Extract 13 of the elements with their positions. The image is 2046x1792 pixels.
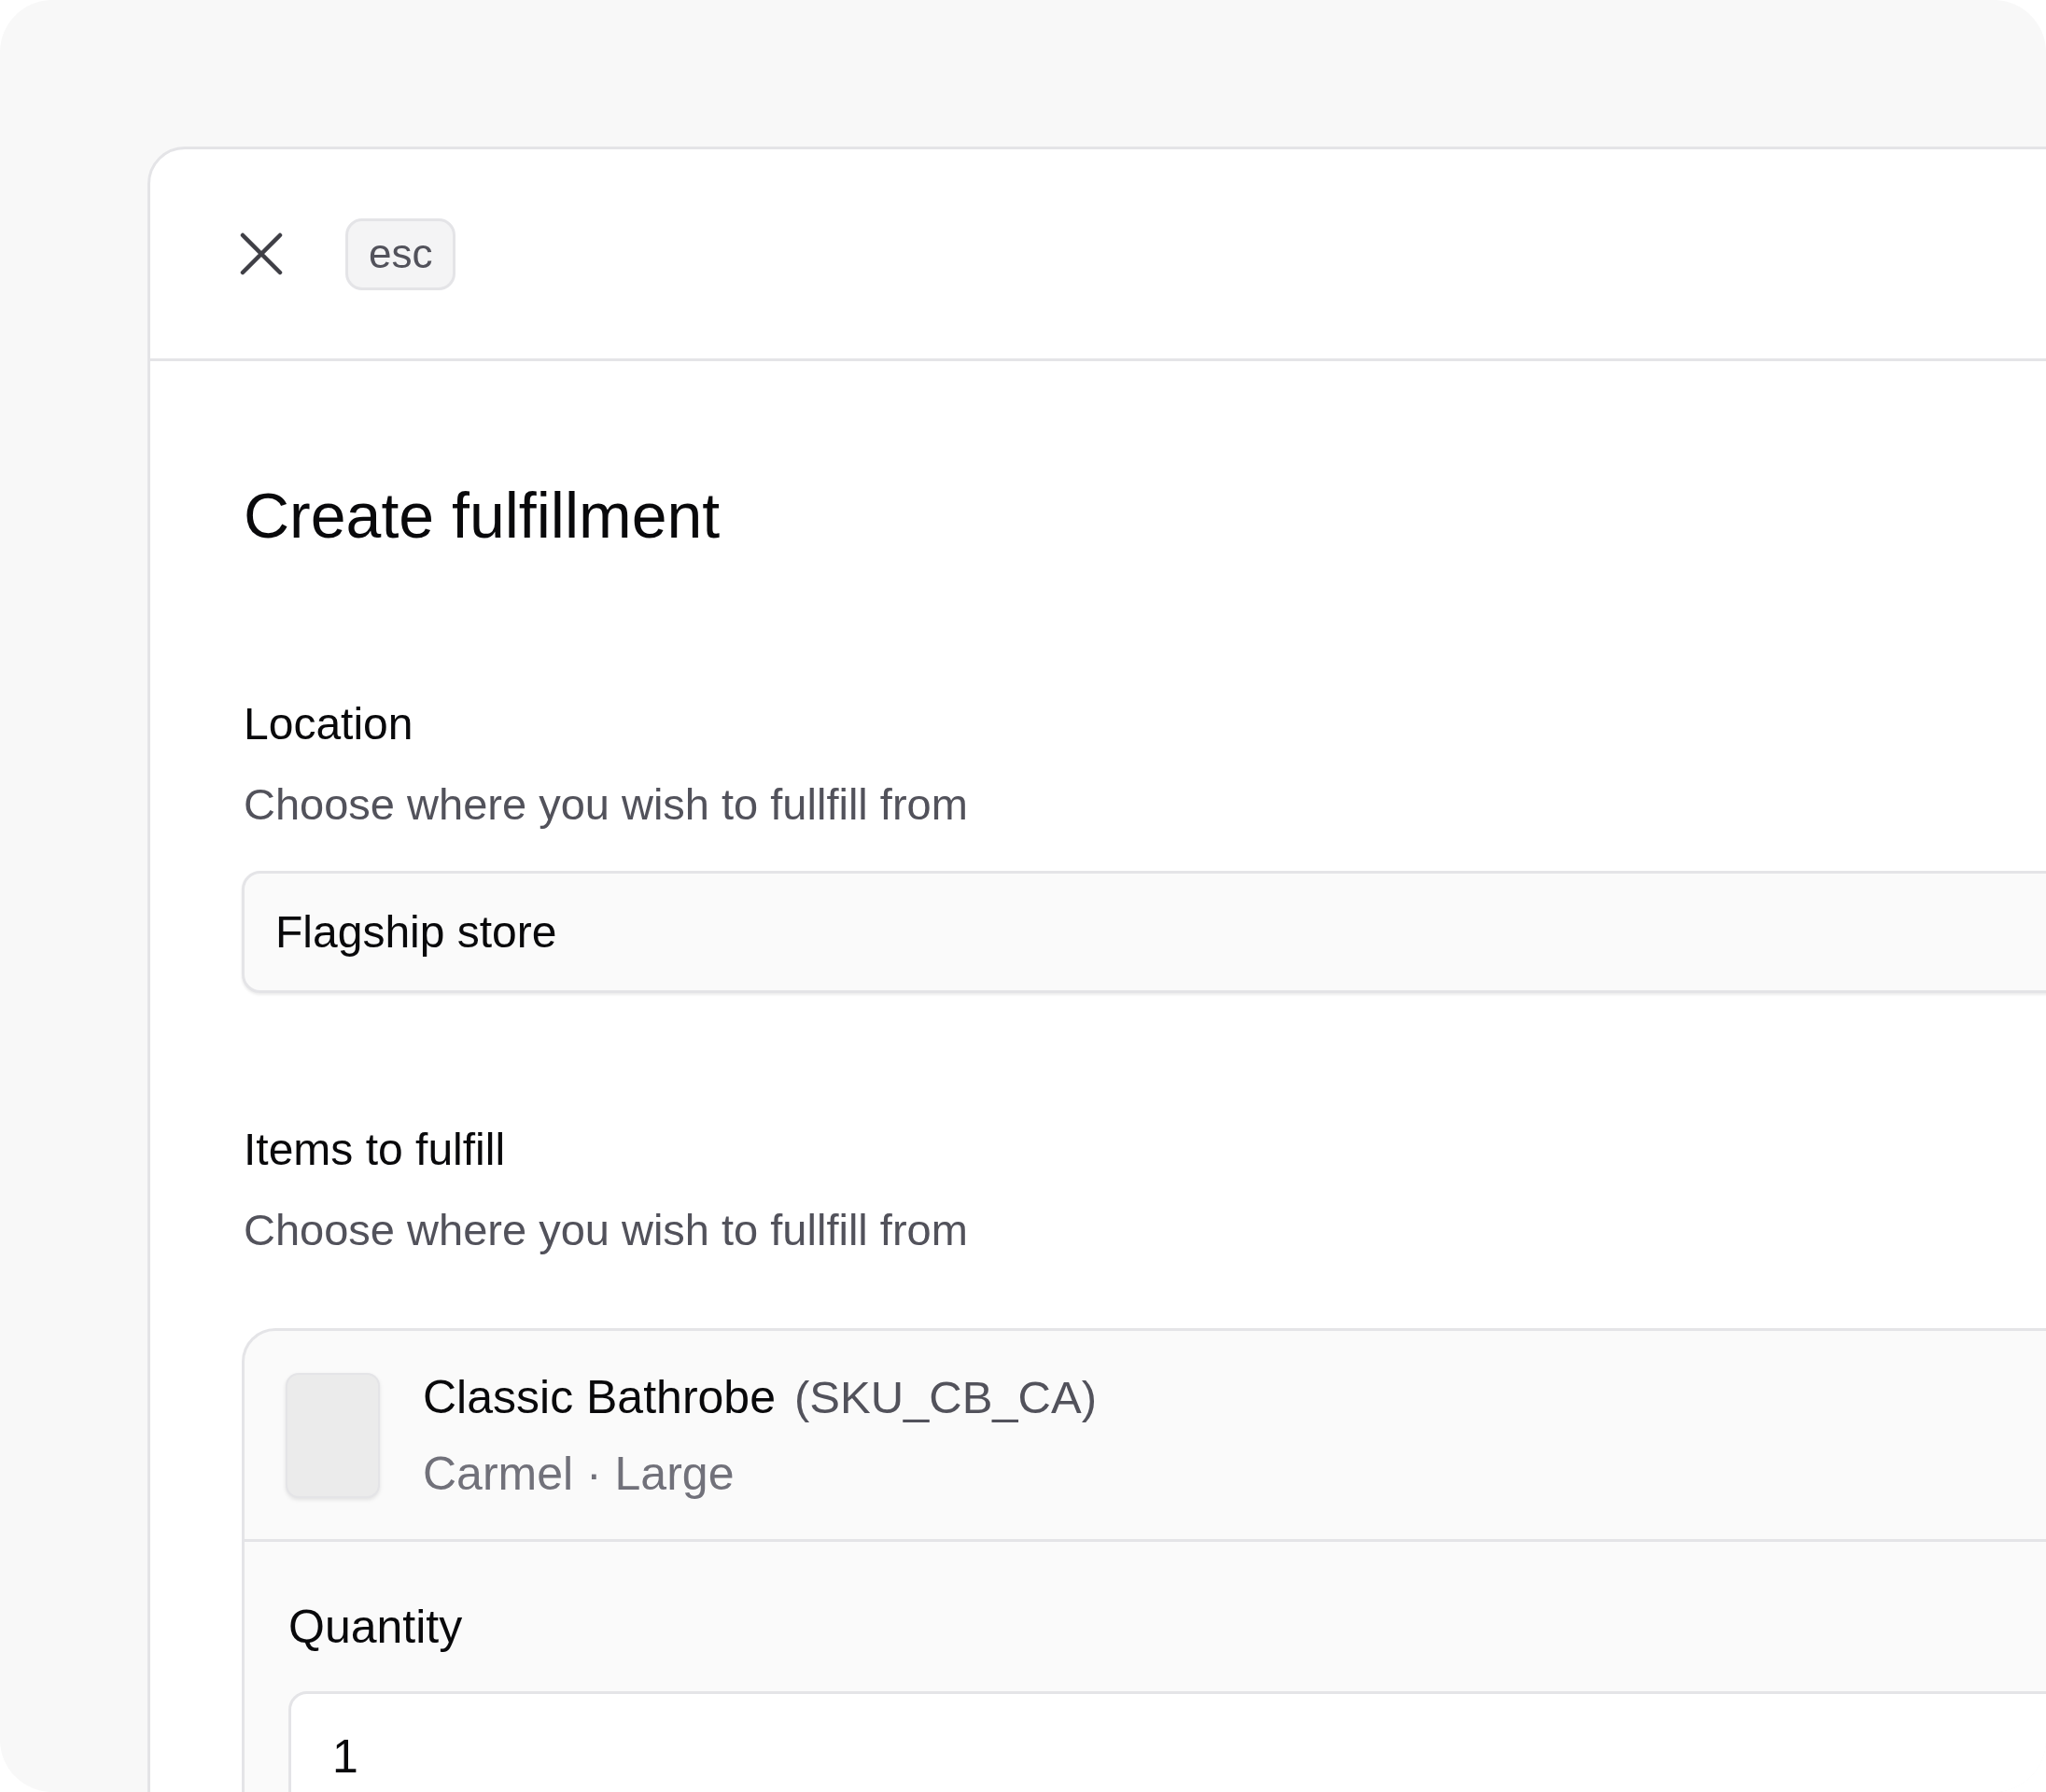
quantity-label: Quantity xyxy=(288,1600,464,1655)
section-label: Items to fulfill xyxy=(244,1124,507,1176)
keyboard-shortcut: esc xyxy=(345,217,456,290)
section-label: Location xyxy=(244,698,414,750)
section-description: Choose where you wish to fullfill from xyxy=(244,1204,969,1256)
quantity-field[interactable]: 1 xyxy=(288,1691,2046,1792)
location-select[interactable]: Flagship store xyxy=(242,871,2046,993)
product-sku: (SKU_CB_CA) xyxy=(793,1370,1097,1424)
section-description: Choose where you wish to fullfill from xyxy=(244,778,969,831)
close-icon[interactable] xyxy=(239,231,284,276)
product-name: Classic Bathrobe xyxy=(423,1369,776,1425)
product-variant: Carmel · Large xyxy=(423,1446,736,1502)
dialog-title: Create fulfillment xyxy=(244,479,722,553)
